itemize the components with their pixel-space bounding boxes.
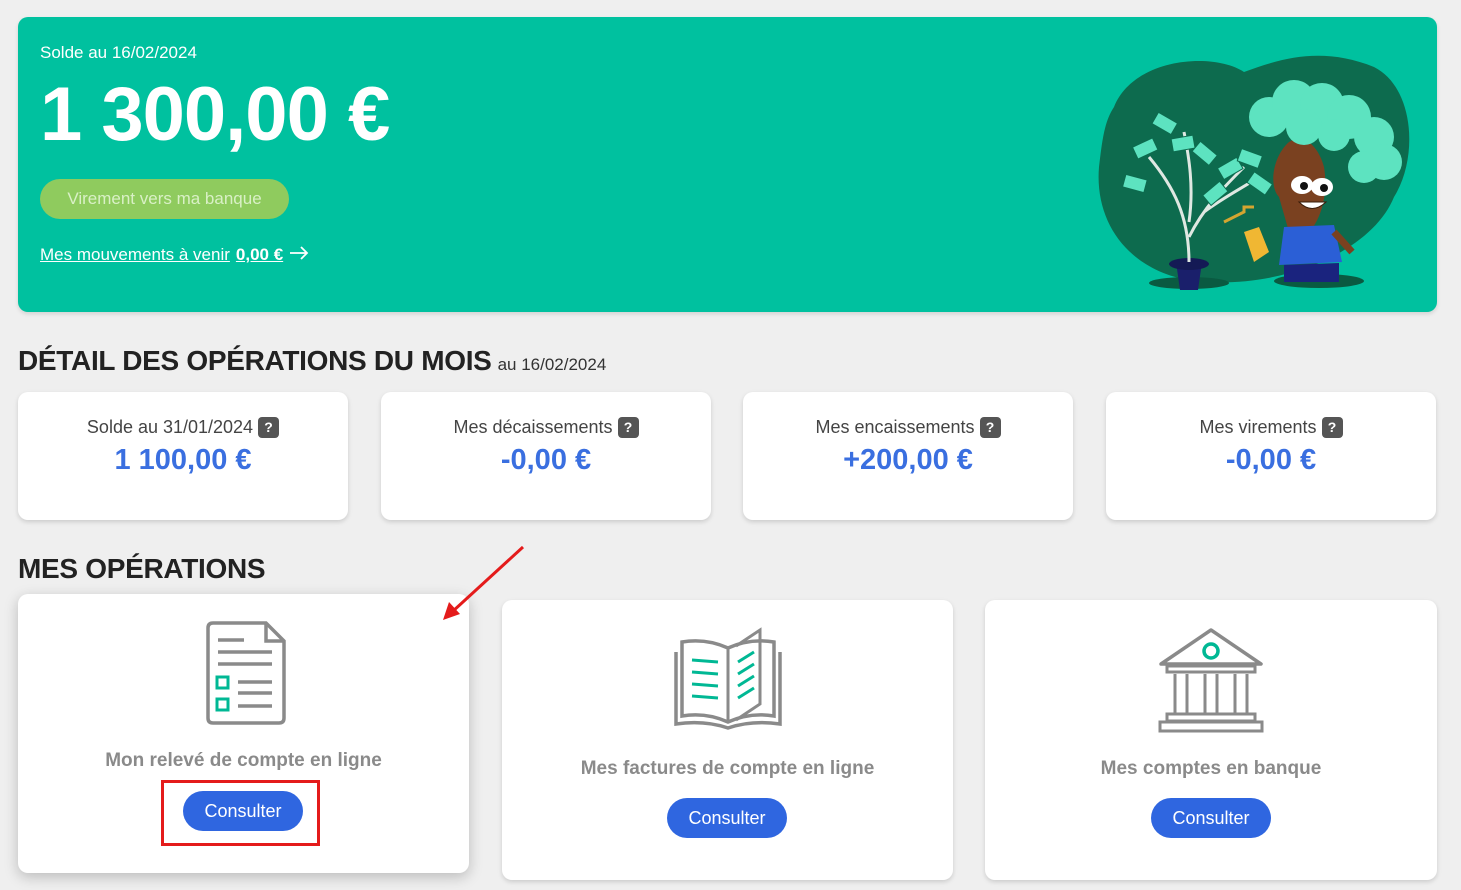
- help-icon[interactable]: ?: [1321, 417, 1343, 438]
- stat-card-transfers: Mes virements? -0,00 €: [1106, 392, 1436, 520]
- operation-card-label: Mes factures de compte en ligne: [580, 758, 875, 779]
- stat-value: -0,00 €: [500, 444, 592, 476]
- stat-value: 1 100,00 €: [114, 444, 252, 476]
- bank-icon: [1158, 628, 1264, 733]
- balance-date: Solde au 16/02/2024: [40, 43, 197, 62]
- monthly-operations-heading: DÉTAIL DES OPÉRATIONS DU MOIS au 16/02/20…: [18, 345, 606, 377]
- upcoming-movements-label: Mes mouvements à venir: [40, 245, 230, 264]
- consult-bank-accounts-button[interactable]: Consulter: [1151, 798, 1271, 838]
- document-list-icon: [206, 621, 286, 725]
- stat-card-receipts: Mes encaissements? +200,00 €: [743, 392, 1073, 520]
- tree-mascot-illustration: [1098, 55, 1410, 290]
- stat-card-previous-balance: Solde au 31/01/2024? 1 100,00 €: [18, 392, 348, 520]
- balance-banner: Solde au 16/02/2024 1 300,00 € Virement …: [18, 17, 1437, 312]
- monthly-operations-date: au 16/02/2024: [497, 355, 607, 374]
- operation-card-label: Mon relevé de compte en ligne: [105, 750, 382, 771]
- operation-card-label: Mes comptes en banque: [1100, 758, 1322, 779]
- arrow-right-icon: [289, 245, 309, 265]
- stat-value: +200,00 €: [843, 444, 973, 476]
- upcoming-movements-amount: 0,00 €: [235, 245, 284, 264]
- stat-label: Mes virements: [1199, 417, 1317, 437]
- highlight-annotation-box: [161, 780, 320, 846]
- stat-label: Mes encaissements: [815, 417, 975, 437]
- stat-label: Solde au 31/01/2024: [86, 417, 254, 437]
- consult-invoices-button[interactable]: Consulter: [667, 798, 787, 838]
- stat-label: Mes décaissements: [453, 417, 613, 437]
- monthly-operations-title: DÉTAIL DES OPÉRATIONS DU MOIS: [18, 345, 492, 376]
- balance-amount: 1 300,00 €: [40, 72, 390, 157]
- help-icon[interactable]: ?: [617, 417, 639, 438]
- operation-card-bank-accounts: Mes comptes en banque Consulter: [985, 600, 1437, 880]
- stat-card-disbursements: Mes décaissements? -0,00 €: [381, 392, 711, 520]
- transfer-to-bank-button[interactable]: Virement vers ma banque: [40, 179, 289, 219]
- help-icon[interactable]: ?: [258, 417, 280, 438]
- open-book-icon: [674, 627, 782, 730]
- help-icon[interactable]: ?: [979, 417, 1001, 438]
- my-operations-title: MES OPÉRATIONS: [18, 553, 266, 584]
- operation-card-invoices: Mes factures de compte en ligne Consulte…: [502, 600, 953, 880]
- upcoming-movements-link[interactable]: Mes mouvements à venir 0,00 €: [40, 245, 309, 265]
- stat-value: -0,00 €: [1225, 444, 1317, 476]
